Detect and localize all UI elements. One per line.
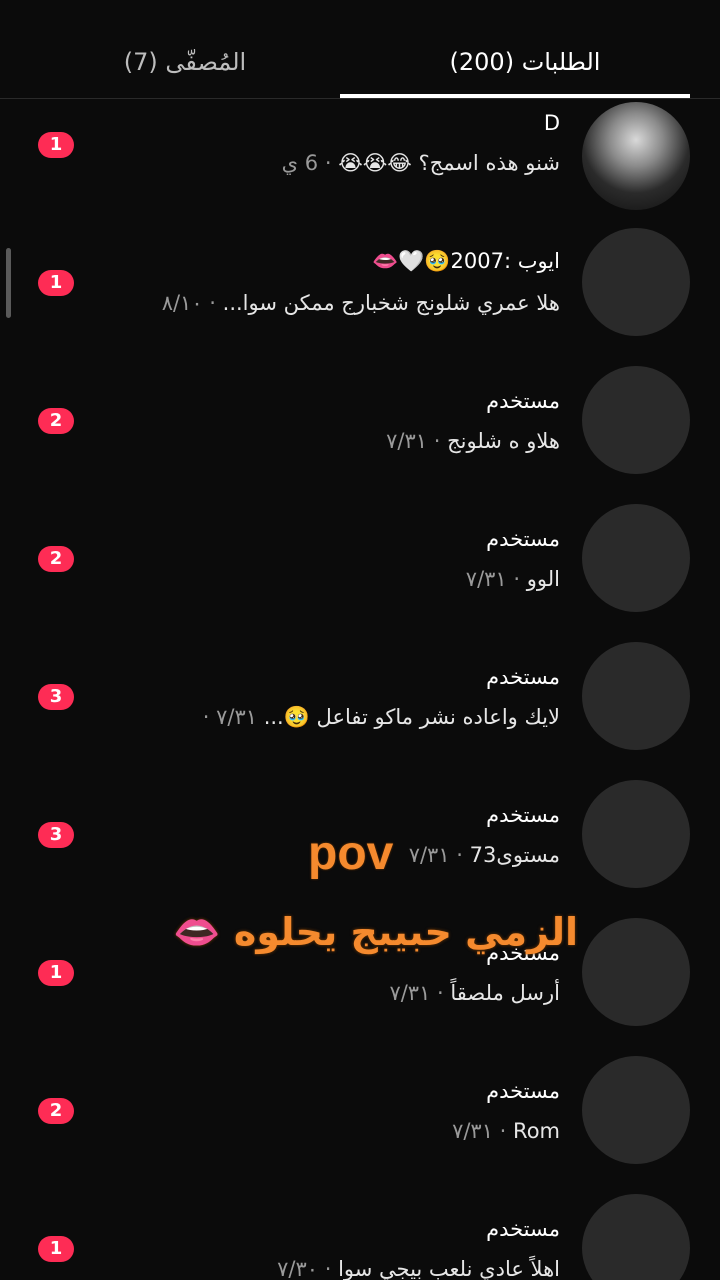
message-preview: الوو · ٧/٣١ xyxy=(60,564,560,594)
message-time: · ٨/١٠ xyxy=(161,291,216,315)
unread-badge: 1 xyxy=(38,132,74,158)
message-text: شنو هذه اسمج؟ 😂😭😭 xyxy=(338,151,560,175)
message-text: الوو xyxy=(526,567,560,591)
message-time: · ٧/٣١ xyxy=(386,429,441,453)
message-text: مستوى73 xyxy=(469,843,560,867)
message-preview: هلاو ه شلونج · ٧/٣١ xyxy=(60,426,560,456)
sender-name: مستخدم xyxy=(486,1217,560,1241)
unread-badge: 1 xyxy=(38,1236,74,1262)
tab-filtered[interactable]: المُصفّى (7) xyxy=(30,40,340,84)
unread-badge: 3 xyxy=(38,822,74,848)
conversation-row[interactable]: مستخدم اهلاً عادي نلعب بيجي سوا · ٧/٣٠ 1 xyxy=(0,1194,720,1280)
avatar[interactable] xyxy=(582,228,690,336)
sender-name: مستخدم xyxy=(486,665,560,689)
conversation-row[interactable]: مستخدم Rom · ٧/٣١ 2 xyxy=(0,1056,720,1194)
message-preview: لايك واعاده نشر ماكو تفاعل 🥹... ٧/٣١ · xyxy=(60,702,560,732)
overlay-pov-text: pov xyxy=(308,827,394,880)
avatar[interactable] xyxy=(582,102,690,210)
avatar[interactable] xyxy=(582,642,690,750)
message-preview: هلا عمري شلونج شخبارج ممكن سوا... · ٨/١٠ xyxy=(60,288,560,318)
message-time: · ٧/٣١ xyxy=(389,981,444,1005)
message-text: اهلاً عادي نلعب بيجي سوا xyxy=(338,1257,560,1280)
message-preview: شنو هذه اسمج؟ 😂😭😭 · 6 ي xyxy=(60,148,560,178)
message-text: Rom xyxy=(513,1119,560,1143)
unread-badge: 2 xyxy=(38,408,74,434)
avatar[interactable] xyxy=(582,1194,690,1280)
message-text: أرسل ملصقاً xyxy=(450,981,560,1005)
sender-name: مستخدم xyxy=(486,527,560,551)
message-time: · 6 ي xyxy=(281,151,332,175)
message-time: · ٧/٣١ xyxy=(452,1119,507,1143)
unread-badge: 1 xyxy=(38,270,74,296)
message-preview: Rom · ٧/٣١ xyxy=(60,1116,560,1146)
message-time: · ٧/٣٠ xyxy=(277,1257,332,1280)
avatar[interactable] xyxy=(582,918,690,1026)
unread-badge: 2 xyxy=(38,1098,74,1124)
tab-requests[interactable]: الطلبات (200) xyxy=(360,40,690,84)
conversation-row[interactable]: مستخدم الوو · ٧/٣١ 2 xyxy=(0,504,720,642)
overlay-caption-text: الزمي حبيبج يحلوه 👄 xyxy=(173,910,578,954)
message-preview: اهلاً عادي نلعب بيجي سوا · ٧/٣٠ xyxy=(60,1254,560,1280)
conversation-row[interactable]: مستخدم هلاو ه شلونج · ٧/٣١ 2 xyxy=(0,366,720,504)
message-time: · ٧/٣١ xyxy=(465,567,521,591)
sender-name: مستخدم xyxy=(486,1079,560,1103)
sender-name: ايوب :2007🥹🤍👄 xyxy=(372,249,560,273)
avatar[interactable] xyxy=(582,504,690,612)
avatar[interactable] xyxy=(582,780,690,888)
message-text: لايك واعاده نشر ماكو تفاعل 🥹... xyxy=(263,705,560,729)
unread-badge: 3 xyxy=(38,684,74,710)
message-text: هلا عمري شلونج شخبارج ممكن سوا... xyxy=(222,291,560,315)
avatar[interactable] xyxy=(582,1056,690,1164)
message-requests-screen: الطلبات (200) المُصفّى (7) D شنو هذه اسم… xyxy=(0,0,720,1280)
conversation-row[interactable]: D شنو هذه اسمج؟ 😂😭😭 · 6 ي 1 xyxy=(0,90,720,228)
message-time: ٧/٣١ · xyxy=(202,705,258,729)
sender-name: D xyxy=(543,111,560,135)
message-text: هلاو ه شلونج xyxy=(447,429,560,453)
conversation-row[interactable]: مستخدم لايك واعاده نشر ماكو تفاعل 🥹... ٧… xyxy=(0,642,720,780)
sender-name: مستخدم xyxy=(486,389,560,413)
conversation-row[interactable]: ايوب :2007🥹🤍👄 هلا عمري شلونج شخبارج ممكن… xyxy=(0,228,720,366)
unread-badge: 1 xyxy=(38,960,74,986)
unread-badge: 2 xyxy=(38,546,74,572)
tabs-bar: الطلبات (200) المُصفّى (7) xyxy=(0,0,720,99)
avatar[interactable] xyxy=(582,366,690,474)
message-preview: أرسل ملصقاً · ٧/٣١ xyxy=(60,978,560,1008)
